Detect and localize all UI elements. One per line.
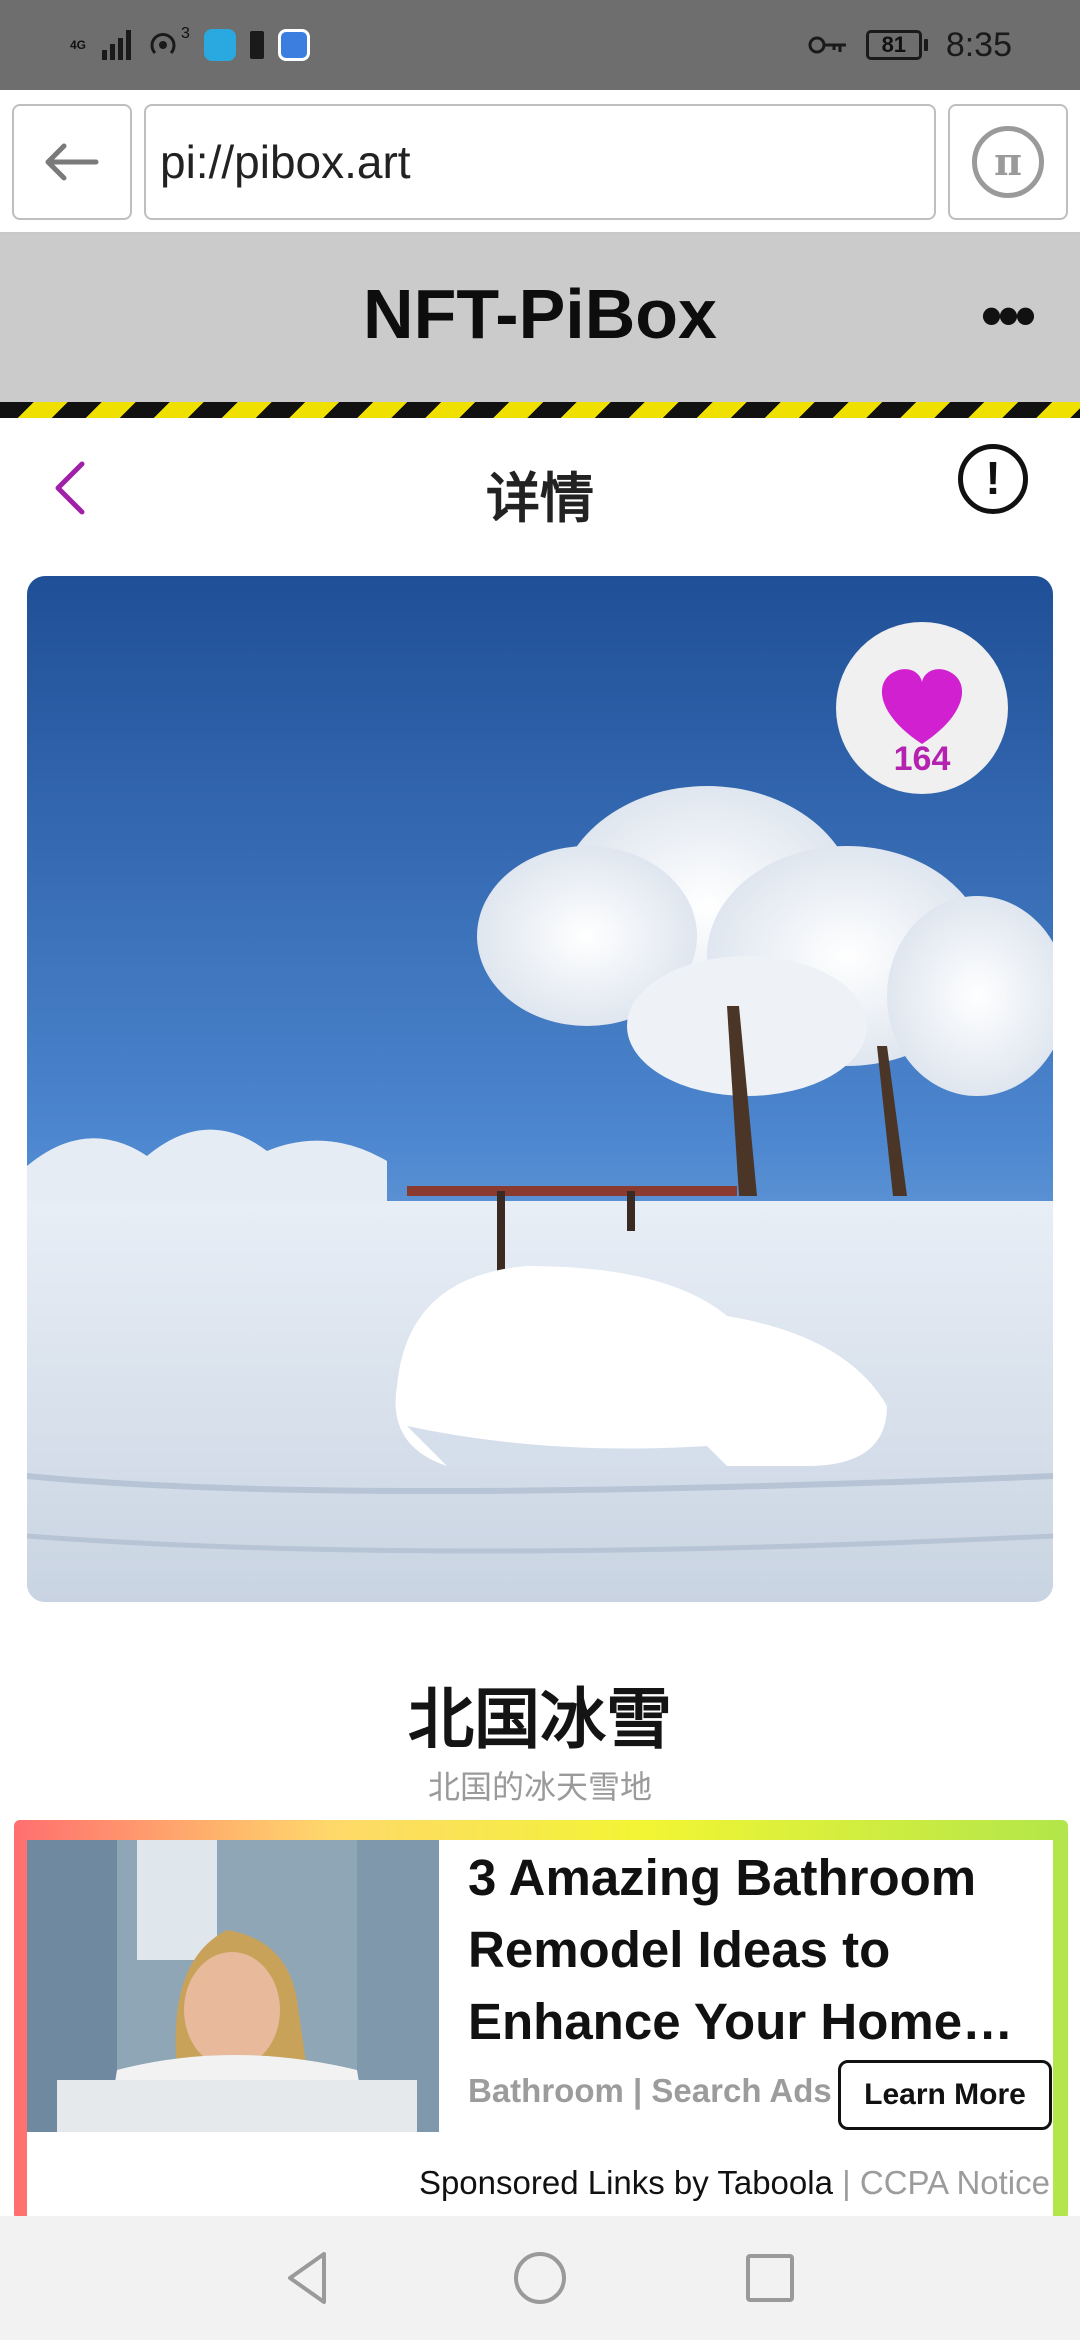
status-bar: 4G 3 81 8:35 [0,0,1080,90]
artwork-title: 北国冰雪 [408,1682,672,1756]
signal-icon [102,30,132,60]
ad-image[interactable] [27,1840,439,2132]
hazard-stripe-divider [0,402,1080,418]
ccpa-notice-link[interactable]: CCPA Notice [860,2164,1050,2201]
more-menu-button[interactable]: ••• [981,286,1036,346]
system-nav-bar [0,2216,1080,2340]
taboola-link[interactable]: Sponsored Links by Taboola [419,2164,833,2201]
back-triangle-icon[interactable] [276,2246,340,2310]
home-circle-icon[interactable] [508,2246,572,2310]
battery-level: 81 [865,30,922,60]
pi-wallet-button[interactable]: π [948,104,1068,220]
sponsored-links: Sponsored Links by Taboola | CCPA Notice [419,2164,1050,2202]
page-title: 详情 [486,469,594,529]
recents-square-icon[interactable] [738,2246,802,2310]
learn-more-button[interactable]: Learn More [838,2060,1052,2130]
status-left: 4G 3 [70,22,310,68]
network-type: 4G [70,38,87,52]
browser-toolbar: pi://pibox.art π [0,90,1080,234]
pi-logo-icon: π [972,126,1044,198]
browser-back-button[interactable] [12,104,132,220]
ad-headline[interactable]: 3 Amazing Bathroom Remodel Ideas to Enha… [468,1842,1048,2058]
separator: | [842,2164,851,2201]
artwork-description: 北国的冰天雪地 [427,1769,652,1805]
like-count: 164 [893,740,951,778]
hotspot-count: 3 [181,25,190,42]
status-right: 81 8:35 [808,22,1012,68]
site-title: NFT-PiBox [363,275,717,353]
arrow-left-icon [45,143,99,181]
battery-saver-icon [249,31,264,59]
ad-source: Bathroom | Search Ads [468,2072,832,2109]
app-icon-blue [203,29,236,61]
report-info-button[interactable]: ! [958,444,1028,514]
detail-header: 详情 ! [0,418,1080,558]
site-header: NFT-PiBox ••• [0,234,1080,402]
app-icon-browser [277,29,310,61]
key-icon [808,36,846,54]
battery-icon: 81 [865,30,928,60]
url-field[interactable]: pi://pibox.art [144,104,936,220]
hotspot-icon [150,33,176,55]
clock: 8:35 [945,25,1012,64]
